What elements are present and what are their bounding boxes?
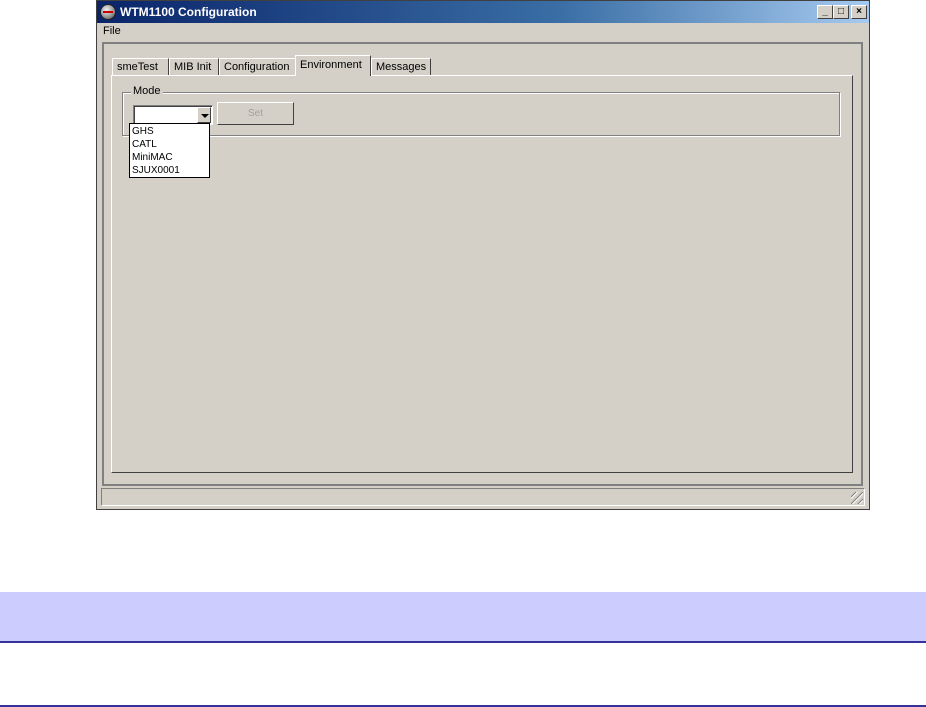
tab-mib-init[interactable]: MIB Init [169, 58, 219, 75]
status-bar [101, 488, 865, 506]
dropdown-option-sjux0001[interactable]: SJUX0001 [130, 164, 209, 177]
client-area: smeTest MIB Init Configuration Environme… [102, 42, 863, 486]
dropdown-option-catl[interactable]: CATL [130, 138, 209, 151]
chevron-down-icon [201, 114, 209, 118]
tab-messages[interactable]: Messages [371, 58, 431, 75]
environment-panel: Mode Set [111, 75, 853, 473]
tab-configuration[interactable]: Configuration [219, 58, 296, 75]
window-title: WTM1100 Configuration [120, 5, 257, 19]
divider-line [0, 641, 926, 643]
combo-dropdown-button[interactable] [197, 107, 211, 123]
mode-combobox[interactable] [133, 105, 213, 125]
title-bar[interactable]: WTM1100 Configuration _ □ × [97, 1, 869, 23]
header-band [0, 592, 926, 641]
set-button[interactable]: Set [217, 102, 294, 125]
dropdown-option-ghs[interactable]: GHS [130, 125, 209, 138]
dropdown-option-minimac[interactable]: MiniMAC [130, 151, 209, 164]
tab-smetest[interactable]: smeTest [112, 58, 169, 75]
maximize-button[interactable]: □ [833, 5, 849, 19]
app-window: WTM1100 Configuration _ □ × File smeTest… [96, 0, 870, 510]
close-button[interactable]: × [851, 5, 867, 19]
app-icon [100, 4, 116, 20]
menu-file[interactable]: File [103, 25, 121, 37]
menu-bar: File [97, 23, 869, 41]
resize-grip-icon[interactable] [851, 492, 863, 504]
mode-group-label: Mode [131, 85, 163, 97]
tab-environment[interactable]: Environment [295, 55, 371, 76]
mode-groupbox: Mode Set [122, 85, 840, 136]
minimize-button[interactable]: _ [817, 5, 833, 19]
mode-dropdown-list: GHS CATL MiniMAC SJUX0001 [129, 123, 210, 178]
